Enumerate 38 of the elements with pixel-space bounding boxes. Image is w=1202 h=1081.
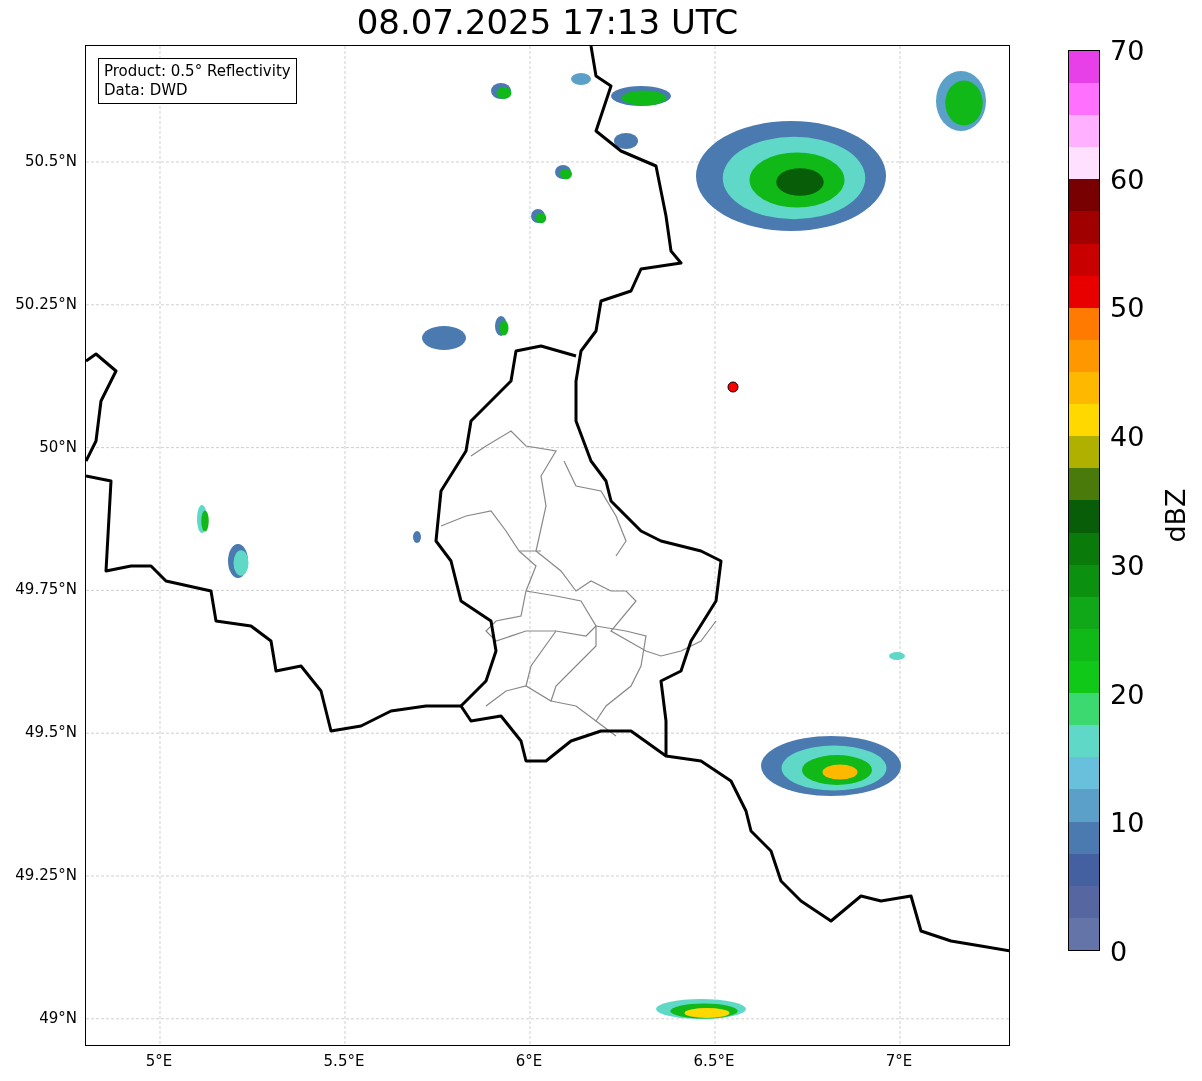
radar-echo [491, 83, 512, 99]
radar-echo [197, 505, 209, 533]
radar-echo [531, 209, 547, 224]
longitude-label: 6.5°E [693, 1052, 735, 1070]
legend-text: Product: 0.5° Reflectivity [104, 62, 291, 81]
colorbar-tick-label: 10 [1110, 806, 1145, 838]
colorbar-tick-label: 60 [1110, 163, 1145, 195]
longitude-label: 7°E [885, 1052, 913, 1070]
longitude-label: 5.5°E [323, 1052, 365, 1070]
colorbar-tick-label: 50 [1110, 291, 1145, 323]
latitude-label: 50.25°N [15, 294, 77, 313]
latitude-label: 49°N [39, 1008, 77, 1027]
longitude-label: 5°E [145, 1052, 173, 1070]
location-marker [727, 381, 739, 393]
latitude-label: 49.75°N [15, 580, 77, 599]
radar-echo [495, 316, 509, 336]
latitude-label: 49.5°N [24, 723, 77, 742]
chart-title: 08.07.2025 17:13 UTC [355, 1, 740, 44]
colorbar-tick-label: 30 [1110, 549, 1145, 581]
colorbar-label: dBZ [1159, 488, 1191, 543]
radar-echo [614, 133, 638, 149]
legend-text: Data: DWD [104, 81, 189, 100]
radar-echo [413, 531, 421, 543]
latitude-label: 50.5°N [24, 152, 77, 170]
colorbar-tick-label: 70 [1110, 34, 1145, 66]
radar-echo [611, 86, 671, 106]
radar-echo [422, 326, 466, 350]
radar-echo [228, 544, 249, 578]
latitude-label: 50°N [39, 437, 77, 456]
longitude-label: 6°E [515, 1052, 543, 1070]
radar-echo [889, 652, 905, 660]
radar-echo [936, 71, 986, 131]
radar-echo [571, 73, 591, 85]
colorbar-tick-label: 0 [1110, 935, 1128, 967]
latitude-label: 49.25°N [15, 866, 77, 884]
radar-echo [555, 165, 572, 180]
colorbar-tick-label: 40 [1110, 420, 1145, 452]
colorbar-tick-label: 20 [1110, 678, 1145, 710]
